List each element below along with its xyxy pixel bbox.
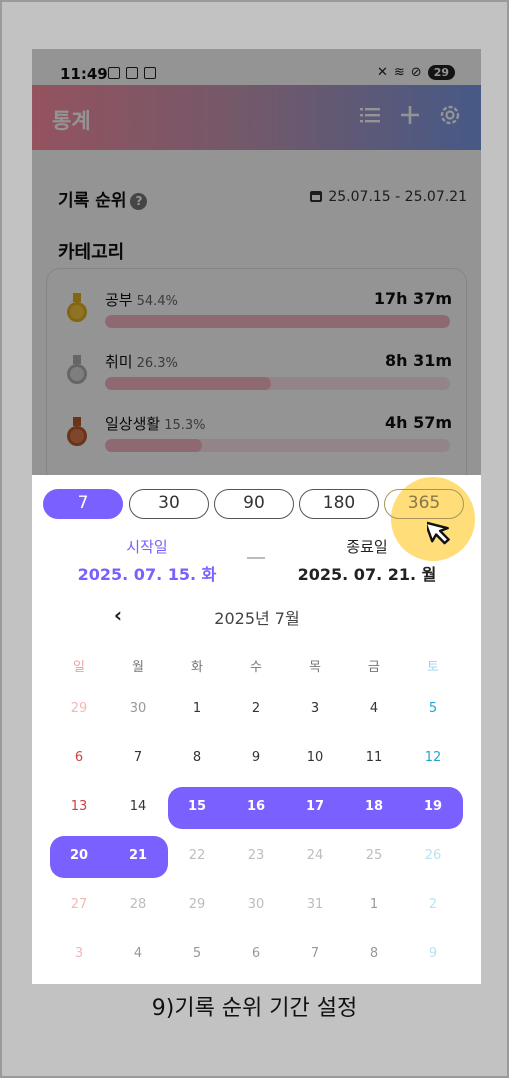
calendar-day[interactable]: 29 <box>59 701 99 721</box>
calendar-day-selected[interactable]: 18 <box>354 799 394 819</box>
period-chip-365[interactable]: 365 <box>384 489 464 519</box>
calendar-day[interactable]: 3 <box>295 701 335 721</box>
period-chip-180[interactable]: 180 <box>299 489 379 519</box>
calendar-day[interactable]: 30 <box>118 701 158 721</box>
calendar-day[interactable]: 14 <box>118 799 158 819</box>
calendar-day[interactable]: 6 <box>236 946 276 966</box>
calendar-day[interactable]: 11 <box>354 750 394 770</box>
calendar-day-selected[interactable]: 15 <box>177 799 217 819</box>
weekday-label: 월 <box>132 660 144 675</box>
period-bottom-sheet: 7 30 90 180 365 시작일 2025. 07. 15. 화 종료일 2025… <box>32 475 481 984</box>
weekday-label: 금 <box>368 660 380 675</box>
calendar-day-selected[interactable]: 20 <box>59 848 99 868</box>
calendar-day[interactable]: 29 <box>177 897 217 917</box>
start-date-value[interactable]: 2025. 07. 15. 화 <box>72 561 222 585</box>
period-chip-90[interactable]: 90 <box>214 489 294 519</box>
calendar-day[interactable]: 8 <box>354 946 394 966</box>
calendar-day[interactable]: 4 <box>354 701 394 721</box>
calendar-day[interactable]: 4 <box>118 946 158 966</box>
calendar-day[interactable]: 9 <box>236 750 276 770</box>
weekday-label: 목 <box>309 660 321 675</box>
calendar-day[interactable]: 1 <box>354 897 394 917</box>
start-date-label: 시작일 <box>126 538 168 556</box>
calendar-day[interactable]: 12 <box>413 750 453 770</box>
calendar-day[interactable]: 5 <box>413 701 453 721</box>
calendar-day[interactable]: 9 <box>413 946 453 966</box>
period-chip-30[interactable]: 30 <box>129 489 209 519</box>
calendar-day[interactable]: 13 <box>59 799 99 819</box>
calendar-day[interactable]: 30 <box>236 897 276 917</box>
period-chip-group: 7 30 90 180 365 <box>43 477 475 561</box>
calendar-day[interactable]: 10 <box>295 750 335 770</box>
calendar-day-selected[interactable]: 21 <box>118 848 158 868</box>
weekday-label: 토 <box>427 660 439 675</box>
end-date-value[interactable]: 2025. 07. 21. 월 <box>292 561 442 585</box>
calendar-day[interactable]: 7 <box>118 750 158 770</box>
calendar-day[interactable]: 2 <box>413 897 453 917</box>
weekday-label: 화 <box>191 660 203 675</box>
calendar-day[interactable]: 3 <box>59 946 99 966</box>
calendar-day[interactable]: 28 <box>118 897 158 917</box>
weekday-label: 일 <box>73 660 85 675</box>
pointer-cursor-icon <box>427 521 450 545</box>
calendar-day[interactable]: 25 <box>354 848 394 868</box>
period-chip-7[interactable]: 7 <box>43 489 123 519</box>
calendar-day[interactable]: 22 <box>177 848 217 868</box>
calendar-day-selected[interactable]: 17 <box>295 799 335 819</box>
calendar-day-selected[interactable]: 16 <box>236 799 276 819</box>
prev-month-button[interactable]: ‹ <box>110 603 126 627</box>
end-date-label: 종료일 <box>346 538 388 556</box>
calendar-day[interactable]: 1 <box>177 701 217 721</box>
calendar-day[interactable]: 31 <box>295 897 335 917</box>
calendar-day[interactable]: 8 <box>177 750 217 770</box>
modal-scrim[interactable] <box>32 49 481 475</box>
phone-screen: 11:49 ✕ ≋ ⊘ 29 통계 기록 순위 ? 25.07.15 - 25.… <box>32 49 481 984</box>
screenshot-frame: 11:49 ✕ ≋ ⊘ 29 통계 기록 순위 ? 25.07.15 - 25.… <box>0 0 509 1078</box>
calendar-day[interactable]: 7 <box>295 946 335 966</box>
range-separator <box>247 557 265 559</box>
calendar-day[interactable]: 5 <box>177 946 217 966</box>
calendar-day[interactable]: 27 <box>59 897 99 917</box>
calendar-day-selected[interactable]: 19 <box>413 799 453 819</box>
calendar-day[interactable]: 26 <box>413 848 453 868</box>
calendar-day[interactable]: 2 <box>236 701 276 721</box>
month-title: 2025년 7월 <box>214 609 300 628</box>
weekday-label: 수 <box>250 660 262 675</box>
calendar-day[interactable]: 23 <box>236 848 276 868</box>
caption: 9)기록 순위 기간 설정 <box>151 996 358 1021</box>
calendar-day[interactable]: 24 <box>295 848 335 868</box>
calendar-day[interactable]: 6 <box>59 750 99 770</box>
